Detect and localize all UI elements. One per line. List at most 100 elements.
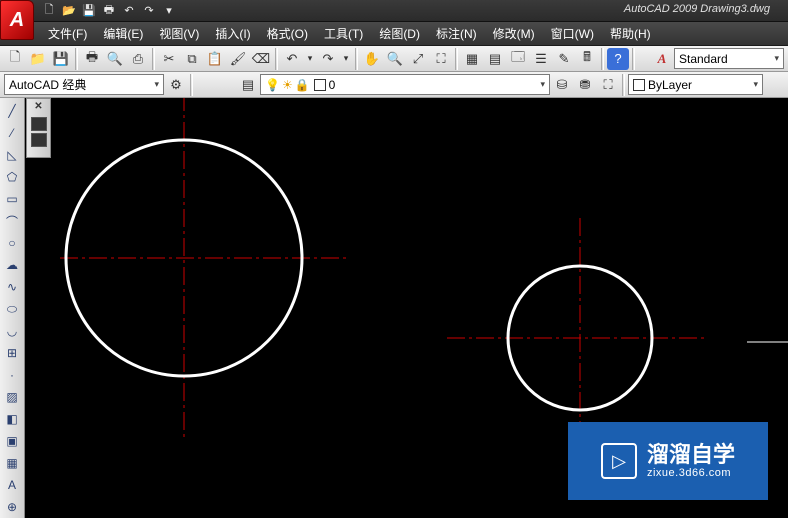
menu-edit[interactable]: 编辑(E) <box>95 22 151 45</box>
chevron-down-icon: ▾ <box>154 79 159 90</box>
text-style-value: Standard <box>679 52 728 66</box>
undo-icon[interactable]: ↶ <box>281 48 303 70</box>
matchprop-icon[interactable]: 🖌 <box>227 48 249 70</box>
publish-icon[interactable]: ⎙ <box>127 48 149 70</box>
menu-tools[interactable]: 工具(T) <box>316 22 371 45</box>
layer-state-icon[interactable]: ▤ <box>237 74 259 96</box>
menu-draw[interactable]: 绘图(D) <box>371 22 428 45</box>
mtext-icon[interactable]: A <box>2 475 22 495</box>
print-icon[interactable]: 🖶 <box>81 48 103 70</box>
paste-icon[interactable]: 📋 <box>204 48 226 70</box>
layer-name: 0 <box>329 78 336 92</box>
separator <box>455 48 458 70</box>
revcloud-icon[interactable]: ☁ <box>2 255 22 275</box>
color-value: ByLayer <box>648 78 692 92</box>
ellipse-arc-icon[interactable]: ◡ <box>2 321 22 341</box>
separator <box>275 48 278 70</box>
save-icon[interactable]: 💾 <box>50 48 72 70</box>
app-logo[interactable]: A <box>0 0 34 40</box>
menu-help[interactable]: 帮助(H) <box>602 22 659 45</box>
layer-manager-icon[interactable]: ⛁ <box>551 74 573 96</box>
qat-open-icon[interactable]: 📂 <box>60 2 78 20</box>
sun-icon: ☀ <box>282 78 293 92</box>
chevron-down-icon: ▾ <box>753 79 758 90</box>
menu-bar: 文件(F) 编辑(E) 视图(V) 插入(I) 格式(O) 工具(T) 绘图(D… <box>0 22 788 46</box>
color-combo[interactable]: ByLayer ▾ <box>628 74 763 95</box>
cut-icon[interactable]: ✂ <box>158 48 180 70</box>
redo-icon[interactable]: ↷ <box>317 48 339 70</box>
workspace-combo[interactable]: AutoCAD 经典 ▾ <box>4 74 164 95</box>
separator <box>622 74 625 96</box>
add-icon[interactable]: ⊕ <box>2 497 22 517</box>
separator <box>632 48 635 70</box>
zoom-window-icon[interactable]: ⤢ <box>407 48 429 70</box>
markup-icon[interactable]: ✎ <box>553 48 575 70</box>
qat-undo-icon[interactable]: ↶ <box>120 2 138 20</box>
layer-states-icon[interactable]: ⛶ <box>597 74 619 96</box>
zoom-extent-icon[interactable]: ⛶ <box>430 48 452 70</box>
tool-palettes-icon[interactable]: 🗔 <box>507 48 529 70</box>
zoom-realtime-icon[interactable]: 🔍 <box>384 48 406 70</box>
menu-window[interactable]: 窗口(W) <box>543 22 602 45</box>
copy-icon[interactable]: ⧉ <box>181 48 203 70</box>
layer-color-swatch <box>314 79 326 91</box>
close-icon[interactable]: ✕ <box>34 101 42 115</box>
open-icon[interactable]: 📁 <box>27 48 49 70</box>
workspace-value: AutoCAD 经典 <box>9 76 86 93</box>
menu-modify[interactable]: 修改(M) <box>485 22 543 45</box>
watermark-brand: 溜溜自学 <box>647 443 735 467</box>
arc-icon[interactable]: ⌒ <box>2 211 22 231</box>
play-icon: ▷ <box>601 443 637 479</box>
design-center-icon[interactable]: ▤ <box>484 48 506 70</box>
line-icon[interactable]: ╱ <box>2 101 22 121</box>
table-icon[interactable]: ▦ <box>2 453 22 473</box>
lock-icon: 🔒 <box>295 78 310 92</box>
menu-file[interactable]: 文件(F) <box>40 22 95 45</box>
palette-tile-icon[interactable] <box>31 117 47 131</box>
new-icon[interactable]: 🗋 <box>4 48 26 70</box>
qat-redo-icon[interactable]: ↷ <box>140 2 158 20</box>
text-style-combo[interactable]: Standard ▾ <box>674 48 784 69</box>
point-icon[interactable]: · <box>2 365 22 385</box>
rectangle-icon[interactable]: ▭ <box>2 189 22 209</box>
gradient-icon[interactable]: ◧ <box>2 409 22 429</box>
insert-block-icon[interactable]: ⊞ <box>2 343 22 363</box>
menu-insert[interactable]: 插入(I) <box>207 22 258 45</box>
pan-icon[interactable]: ✋ <box>361 48 383 70</box>
polyline-icon[interactable]: ◺ <box>2 145 22 165</box>
menu-view[interactable]: 视图(V) <box>151 22 207 45</box>
sheet-set-icon[interactable]: ☰ <box>530 48 552 70</box>
separator <box>355 48 358 70</box>
properties-icon[interactable]: ▦ <box>461 48 483 70</box>
redo-dropdown-icon[interactable]: ▾ <box>340 48 352 70</box>
palette-tile-icon[interactable] <box>31 133 47 147</box>
eraser-icon[interactable]: ⌫ <box>250 48 272 70</box>
layer-previous-icon[interactable]: ⛃ <box>574 74 596 96</box>
chevron-down-icon: ▾ <box>774 53 779 64</box>
drawing-canvas[interactable]: ▷ 溜溜自学 zixue.3d66.com <box>52 98 788 518</box>
layer-combo[interactable]: 💡 ☀ 🔒 0 ▾ <box>260 74 550 95</box>
hatch-icon[interactable]: ▨ <box>2 387 22 407</box>
separator <box>601 48 604 70</box>
menu-format[interactable]: 格式(O) <box>259 22 316 45</box>
qat-more-icon[interactable]: ▾ <box>160 2 178 20</box>
qat-save-icon[interactable]: 💾 <box>80 2 98 20</box>
workspace-settings-icon[interactable]: ⚙ <box>165 74 187 96</box>
construction-line-icon[interactable]: ⁄ <box>2 123 22 143</box>
qat-print-icon[interactable]: 🖶 <box>100 2 118 20</box>
help-icon[interactable]: ? <box>607 48 629 70</box>
separator <box>152 48 155 70</box>
qat-new-icon[interactable]: 🗋 <box>40 2 58 20</box>
color-swatch <box>633 79 645 91</box>
menu-dimension[interactable]: 标注(N) <box>428 22 485 45</box>
ellipse-icon[interactable]: ⬭ <box>2 299 22 319</box>
quickcalc-icon[interactable]: 🖩 <box>576 48 598 70</box>
spline-icon[interactable]: ∿ <box>2 277 22 297</box>
undo-dropdown-icon[interactable]: ▾ <box>304 48 316 70</box>
polygon-icon[interactable]: ⬠ <box>2 167 22 187</box>
preview-icon[interactable]: 🔍 <box>104 48 126 70</box>
draw-toolbar: ╱ ⁄ ◺ ⬠ ▭ ⌒ ○ ☁ ∿ ⬭ ◡ ⊞ · ▨ ◧ ▣ ▦ A ⊕ <box>0 98 25 518</box>
region-icon[interactable]: ▣ <box>2 431 22 451</box>
circle-icon[interactable]: ○ <box>2 233 22 253</box>
text-style-icon[interactable]: A <box>651 48 673 70</box>
